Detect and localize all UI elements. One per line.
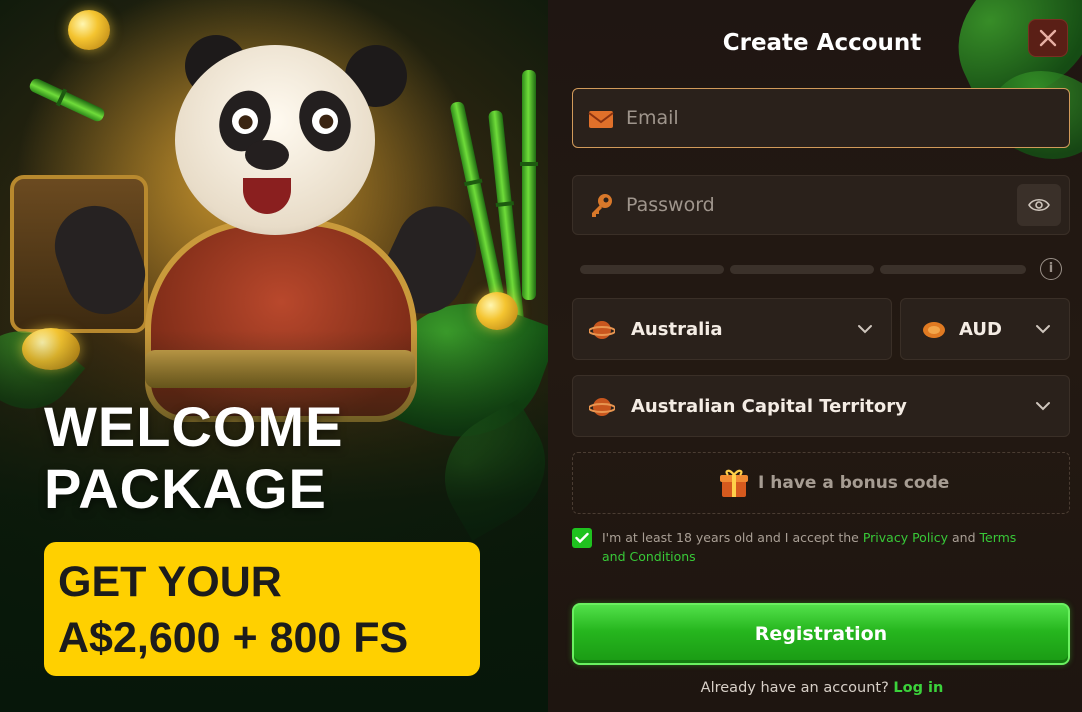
planet-icon bbox=[589, 398, 615, 416]
region-value: Australian Capital Territory bbox=[631, 396, 907, 417]
offer-badge: GET YOUR A$2,600 + 800 FS bbox=[44, 542, 480, 676]
planet-icon bbox=[589, 321, 615, 339]
headline-line-2: PACKAGE bbox=[44, 457, 327, 520]
currency-select[interactable]: AUD bbox=[900, 298, 1070, 360]
password-strength-segment bbox=[730, 265, 874, 274]
coin-illustration bbox=[476, 292, 518, 330]
privacy-policy-link[interactable]: Privacy Policy bbox=[863, 530, 948, 545]
registration-modal: WELCOME PACKAGE GET YOUR A$2,600 + 800 F… bbox=[0, 0, 1082, 712]
signup-form: Create Account Email Password i Australi… bbox=[548, 0, 1082, 712]
close-icon bbox=[1039, 29, 1057, 47]
login-prompt: Already have an account? Log in bbox=[700, 680, 944, 696]
login-link[interactable]: Log in bbox=[893, 680, 943, 696]
gift-icon bbox=[720, 469, 748, 497]
chevron-down-icon bbox=[858, 325, 872, 334]
promo-banner: WELCOME PACKAGE GET YOUR A$2,600 + 800 F… bbox=[0, 0, 548, 712]
welcome-headline: WELCOME PACKAGE bbox=[44, 396, 464, 520]
country-value: Australia bbox=[631, 319, 723, 340]
bonus-code-label: I have a bonus code bbox=[758, 473, 950, 493]
close-button[interactable] bbox=[1028, 19, 1068, 57]
checkmark-icon bbox=[575, 532, 589, 544]
password-placeholder: Password bbox=[626, 194, 715, 216]
terms-text: I'm at least 18 years old and I accept t… bbox=[602, 530, 1017, 564]
password-strength-segment bbox=[880, 265, 1026, 274]
terms-checkbox[interactable] bbox=[572, 528, 592, 548]
eye-icon bbox=[1028, 198, 1050, 212]
offer-line-1: GET YOUR bbox=[58, 558, 282, 606]
key-icon bbox=[592, 194, 612, 217]
chevron-down-icon bbox=[1036, 402, 1050, 411]
info-icon[interactable]: i bbox=[1040, 258, 1062, 280]
region-select[interactable]: Australian Capital Territory bbox=[572, 375, 1070, 437]
show-password-button[interactable] bbox=[1017, 184, 1061, 226]
envelope-icon bbox=[588, 111, 614, 128]
password-strength-segment bbox=[580, 265, 724, 274]
email-field[interactable]: Email bbox=[572, 88, 1070, 148]
headline-line-1: WELCOME bbox=[44, 395, 344, 458]
coin-illustration bbox=[68, 10, 110, 50]
email-placeholder: Email bbox=[626, 107, 679, 129]
currency-value: AUD bbox=[959, 319, 1002, 340]
registration-button[interactable]: Registration bbox=[572, 603, 1070, 665]
bamboo-illustration bbox=[520, 70, 538, 300]
offer-line-2: A$2,600 + 800 FS bbox=[58, 614, 409, 662]
coin-icon bbox=[923, 322, 945, 338]
password-field[interactable]: Password bbox=[572, 175, 1070, 235]
form-title: Create Account bbox=[722, 30, 922, 56]
chevron-down-icon bbox=[1036, 325, 1050, 334]
country-select[interactable]: Australia bbox=[572, 298, 892, 360]
bonus-code-toggle[interactable]: I have a bonus code bbox=[572, 452, 1070, 514]
